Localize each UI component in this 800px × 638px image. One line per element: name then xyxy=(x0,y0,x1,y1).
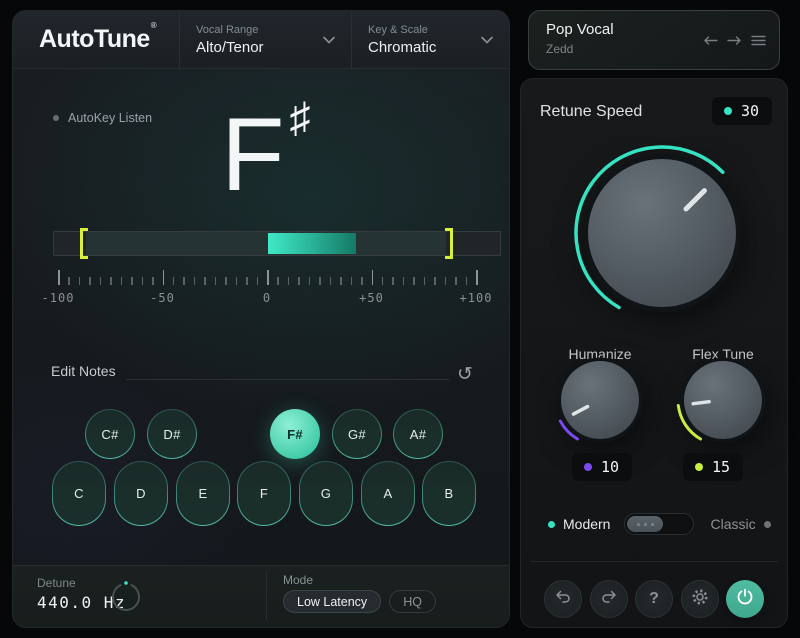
classic-label: Classic xyxy=(710,516,755,532)
bottom-bar: Detune 440.0 Hz Mode Low Latency HQ xyxy=(13,565,509,627)
meter-scale-labels: -100-500+50+100 xyxy=(53,291,501,305)
key-scale-label: Key & Scale xyxy=(368,24,436,36)
note-button-f[interactable]: F xyxy=(237,461,291,526)
note-button-a-sharp[interactable]: A# xyxy=(393,409,443,459)
meter-fill xyxy=(268,233,356,254)
preset-author: Zedd xyxy=(546,42,573,56)
key-scale-dropdown[interactable]: Key & Scale Chromatic xyxy=(351,11,509,68)
registered-mark: ® xyxy=(151,21,156,30)
humanize-value-box[interactable]: 10 xyxy=(572,453,632,481)
note-button-b[interactable]: B xyxy=(422,461,476,526)
redo-button[interactable] xyxy=(590,580,628,618)
edit-notes-divider xyxy=(126,379,449,380)
modern-label: Modern xyxy=(563,516,610,532)
mode-pills: Low Latency HQ xyxy=(283,590,436,613)
note-button-a[interactable]: A xyxy=(361,461,415,526)
pitch-meter: -100-500+50+100 xyxy=(53,231,501,311)
note-button-d[interactable]: D xyxy=(114,461,168,526)
note-button-g[interactable]: G xyxy=(299,461,353,526)
autokey-status-dot xyxy=(53,115,59,121)
footer-buttons: ? xyxy=(544,580,764,618)
flex-tune-value: 15 xyxy=(712,458,730,476)
mode-option-hq[interactable]: HQ xyxy=(389,590,436,613)
humanize-value: 10 xyxy=(601,458,619,476)
vocal-range-label: Vocal Range xyxy=(196,24,264,36)
edit-notes-label: Edit Notes xyxy=(51,363,116,379)
classic-status-dot xyxy=(764,521,771,528)
footer-divider xyxy=(530,561,778,562)
retune-speed-knob[interactable] xyxy=(567,138,757,333)
vocal-range-value: Alto/Tenor xyxy=(196,39,264,56)
flex-tune-value-dot xyxy=(695,463,703,471)
retune-speed-label: Retune Speed xyxy=(540,103,642,121)
app-logo: AutoTune® xyxy=(39,25,155,54)
flex-tune-value-box[interactable]: 15 xyxy=(683,453,743,481)
main-panel: AutoTune® Vocal Range Alto/Tenor Key & S… xyxy=(12,10,510,628)
gear-icon xyxy=(690,587,710,612)
autokey-listen-toggle[interactable]: AutoKey Listen xyxy=(53,111,152,125)
preset-menu-icon[interactable] xyxy=(751,35,766,46)
meter-zone xyxy=(86,232,445,255)
previous-preset-button[interactable] xyxy=(703,35,718,46)
note-accidental: ♯ xyxy=(290,94,311,141)
mode-label: Mode xyxy=(283,573,313,587)
modern-status-dot xyxy=(548,521,555,528)
retune-value-dot xyxy=(724,107,732,115)
side-panel: Pop Vocal Zedd Retune Speed 30 xyxy=(520,10,788,628)
meter-bracket-high[interactable] xyxy=(445,228,453,259)
vocal-range-dropdown[interactable]: Vocal Range Alto/Tenor xyxy=(179,11,351,68)
reset-notes-button[interactable]: ↺ xyxy=(454,363,476,385)
power-icon xyxy=(735,587,755,612)
logo-section: AutoTune® xyxy=(13,11,179,68)
settings-button[interactable] xyxy=(681,580,719,618)
note-button-f-sharp[interactable]: F# xyxy=(270,409,320,459)
help-button[interactable]: ? xyxy=(635,580,673,618)
chevron-down-icon xyxy=(481,36,493,44)
chevron-down-icon xyxy=(323,36,335,44)
meter-bracket-low[interactable] xyxy=(80,228,88,259)
autokey-label: AutoKey Listen xyxy=(68,111,152,125)
retune-speed-value: 30 xyxy=(741,102,759,120)
detected-note-display: F♯ xyxy=(221,103,311,207)
undo-button[interactable] xyxy=(544,580,582,618)
note-button-c-sharp[interactable]: C# xyxy=(85,409,135,459)
undo-icon xyxy=(553,587,573,612)
note-button-c[interactable]: C xyxy=(52,461,106,526)
flex-tune-knob[interactable] xyxy=(673,350,773,455)
humanize-value-dot xyxy=(584,463,592,471)
key-scale-value: Chromatic xyxy=(368,39,436,56)
modern-classic-row: Modern Classic xyxy=(548,513,771,535)
next-preset-button[interactable] xyxy=(727,35,742,46)
redo-icon xyxy=(599,587,619,612)
reset-icon: ↺ xyxy=(457,363,473,386)
help-icon: ? xyxy=(649,590,659,608)
note-button-d-sharp[interactable]: D# xyxy=(147,409,197,459)
top-bar: AutoTune® Vocal Range Alto/Tenor Key & S… xyxy=(13,11,509,69)
toggle-thumb[interactable] xyxy=(627,516,663,532)
mode-option-low-latency[interactable]: Low Latency xyxy=(283,590,381,613)
note-button-e[interactable]: E xyxy=(176,461,230,526)
preset-name: Pop Vocal xyxy=(546,21,614,38)
note-grid: C#D# F#G#A# CDEFGAB xyxy=(13,407,509,537)
retune-speed-value-box[interactable]: 30 xyxy=(712,97,772,125)
detune-label: Detune xyxy=(37,576,76,590)
power-button[interactable] xyxy=(726,580,764,618)
pitch-meter-bar xyxy=(53,231,501,256)
preset-card[interactable]: Pop Vocal Zedd xyxy=(528,10,780,70)
note-button-g-sharp[interactable]: G# xyxy=(332,409,382,459)
note-letter: F xyxy=(221,97,285,213)
bottom-bar-divider xyxy=(266,572,267,620)
modern-classic-toggle[interactable] xyxy=(624,513,694,535)
humanize-knob[interactable] xyxy=(550,350,650,455)
detune-knob[interactable] xyxy=(109,580,143,619)
meter-ruler xyxy=(53,269,501,285)
